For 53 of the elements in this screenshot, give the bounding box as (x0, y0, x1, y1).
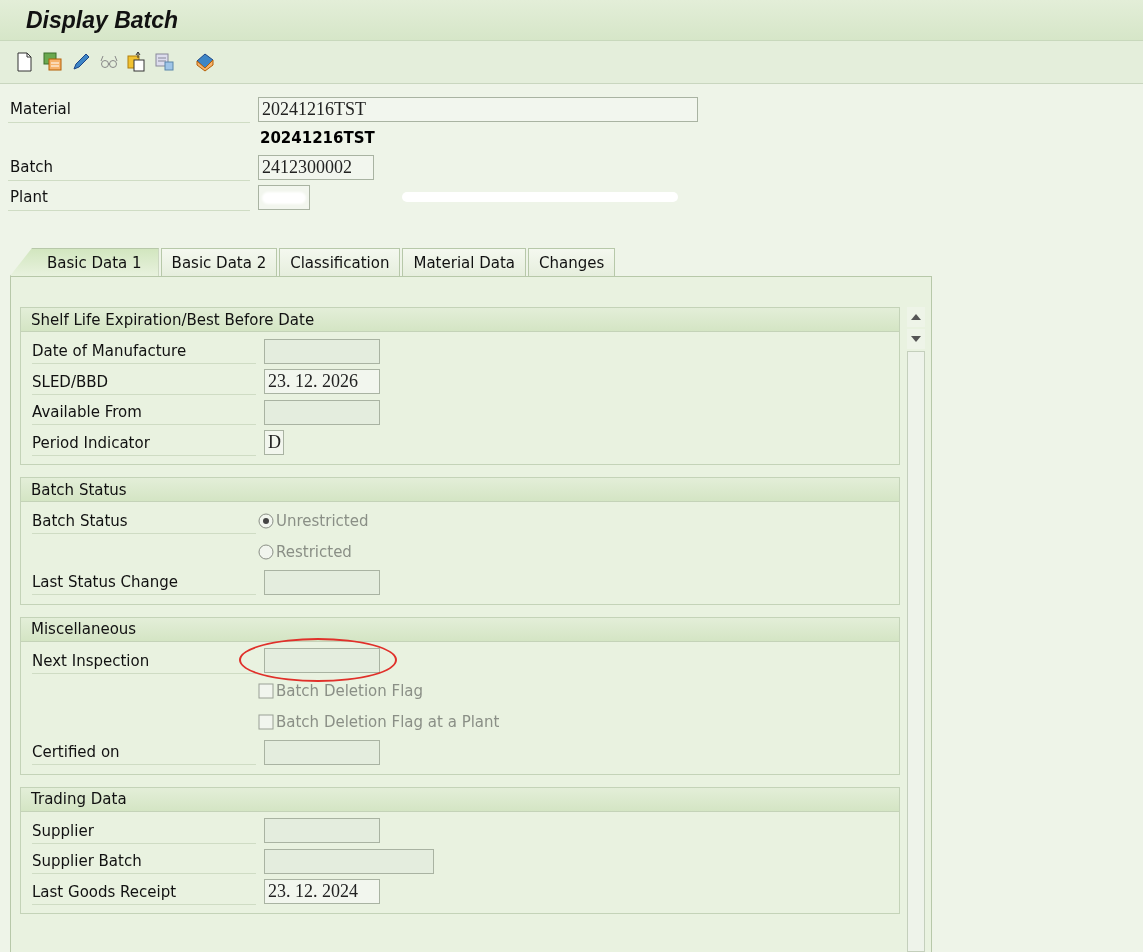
field-label: Period Indicator (32, 429, 256, 456)
material-description: 20241216TST (260, 128, 376, 149)
tab[interactable]: Basic Data 1 (10, 248, 159, 276)
input-field[interactable]: 23. 12. 2026 (264, 369, 380, 395)
tab[interactable]: Changes (528, 248, 616, 276)
input-field[interactable]: D (264, 430, 284, 456)
checkbox-label: Batch Deletion Flag (276, 682, 424, 701)
input-field[interactable]: 2412300002 (258, 154, 374, 180)
scrollbar-track[interactable] (907, 351, 925, 952)
field-label: Material (8, 95, 250, 123)
pencil-icon[interactable] (70, 51, 92, 73)
input-field[interactable] (264, 818, 380, 844)
tab[interactable]: Basic Data 2 (160, 248, 278, 276)
scroll-down-icon[interactable] (907, 329, 925, 349)
field-label: Batch Status (32, 508, 256, 535)
tab[interactable]: Material Data (402, 248, 526, 276)
clipboard-icon[interactable] (126, 51, 148, 73)
input-field[interactable] (264, 739, 380, 765)
field-label: SLED/BBD (32, 368, 256, 395)
input-field[interactable] (264, 399, 380, 425)
field-label: Available From (32, 399, 256, 426)
tab[interactable]: Classification (279, 248, 401, 276)
input-field[interactable]: 23. 12. 2024 (264, 879, 380, 905)
radio-label: Restricted (276, 542, 352, 561)
input-field[interactable] (264, 848, 434, 874)
box-icon[interactable] (194, 51, 216, 73)
section-title: Shelf Life Expiration/Best Before Date (21, 308, 899, 332)
checkbox[interactable] (258, 713, 274, 730)
field-label: Plant (8, 183, 250, 211)
section-title: Trading Data (21, 787, 899, 812)
checkbox-label: Batch Deletion Flag at a Plant (276, 712, 500, 731)
field-label: Certified on (32, 739, 256, 766)
field-label: Supplier Batch (32, 848, 256, 875)
field-label: Last Goods Receipt (32, 878, 256, 905)
field-label: Next Inspection (32, 647, 256, 674)
input-field[interactable] (264, 338, 380, 364)
window-title: Display Batch (26, 6, 179, 34)
scroll-up-icon[interactable] (907, 307, 925, 327)
plant-field[interactable] (258, 184, 310, 210)
radio-label: Unrestricted (276, 512, 369, 531)
field-label: Batch (8, 153, 250, 181)
input-field[interactable] (264, 569, 380, 595)
radio-button[interactable] (258, 513, 274, 530)
field-label: Date of Manufacture (32, 338, 256, 365)
checkbox[interactable] (258, 683, 274, 700)
section-title: Batch Status (21, 478, 899, 502)
input-field[interactable]: 20241216TST (258, 96, 698, 122)
radio-button[interactable] (258, 543, 274, 560)
input-field[interactable] (264, 648, 380, 674)
field-label: Supplier (32, 817, 256, 844)
section-title: Miscellaneous (21, 617, 899, 642)
field-label: Last Status Change (32, 569, 256, 596)
window-copy-icon[interactable] (42, 51, 64, 73)
